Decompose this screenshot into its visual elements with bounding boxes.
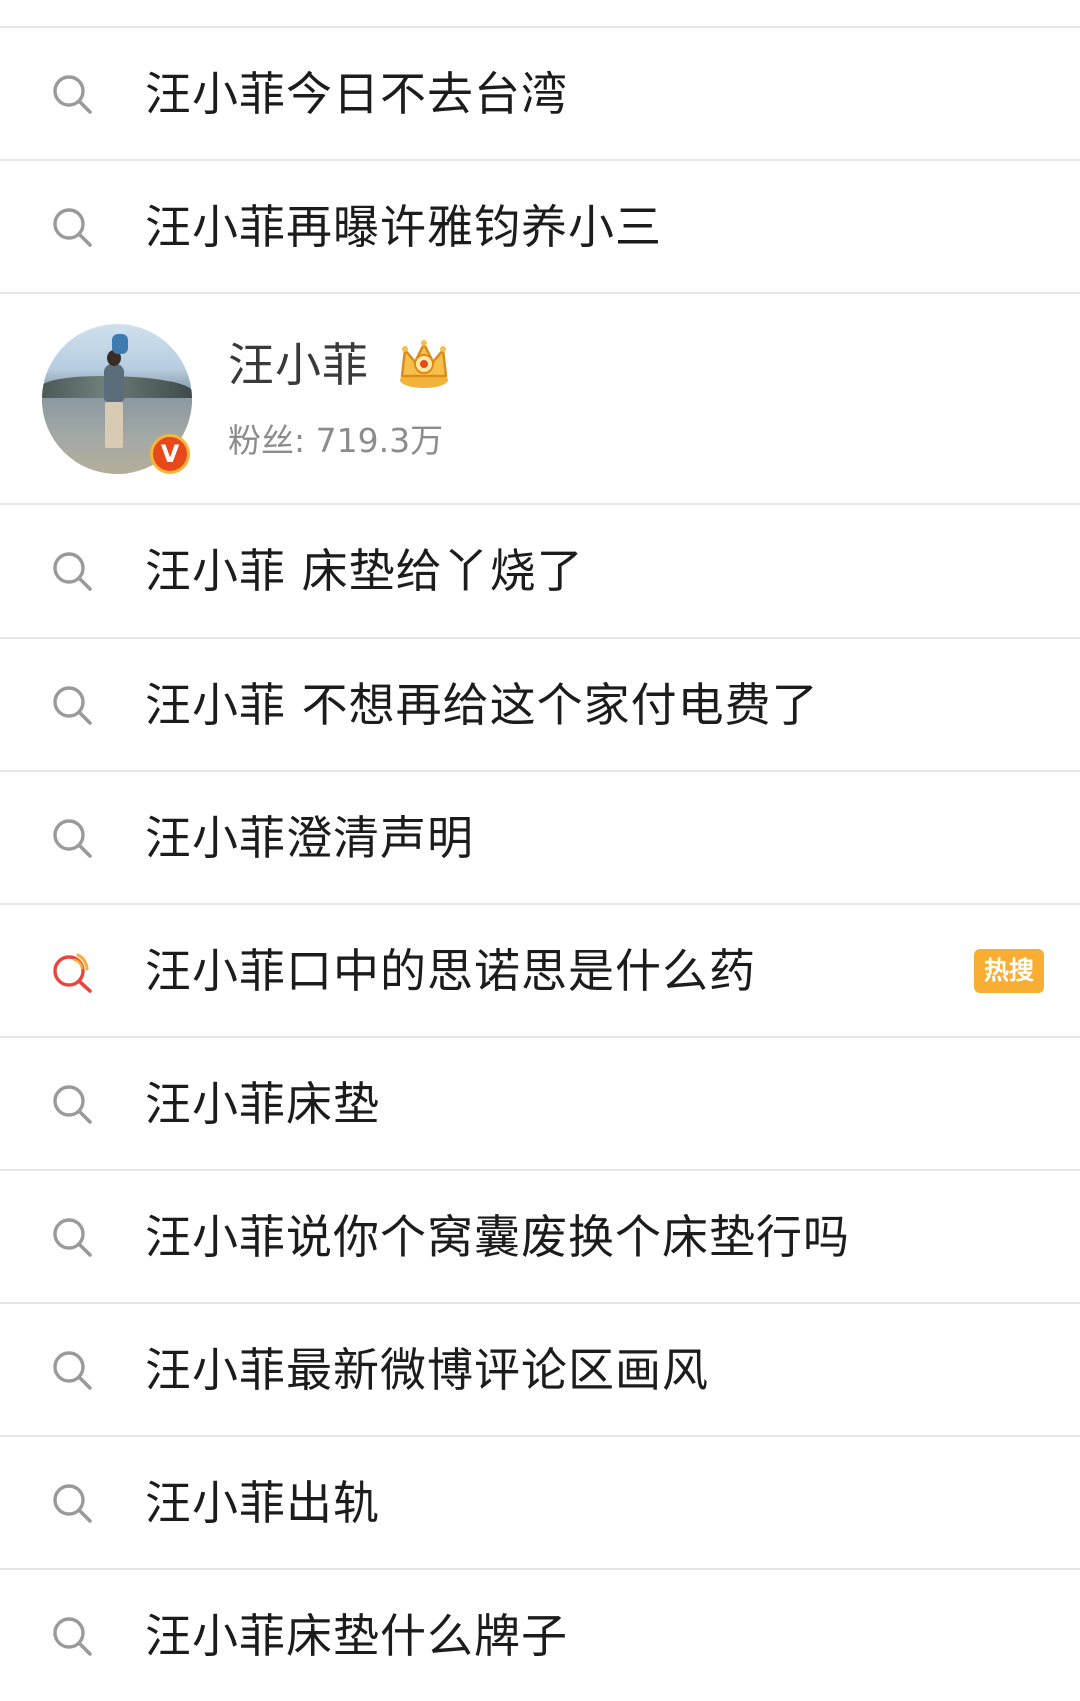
- crown-icon: [400, 340, 448, 388]
- user-result-card[interactable]: V 汪小菲 粉丝: 719.3万: [0, 296, 1080, 502]
- search-icon: [53, 207, 92, 247]
- suggestion-row[interactable]: 汪小菲 不想再给这个家付电费了: [0, 639, 1080, 770]
- hot-search-badge: 热搜: [974, 948, 1044, 993]
- suggestion-text: 汪小菲再曝许雅钧养小三: [145, 199, 662, 254]
- suggestion-text: 汪小菲床垫: [145, 1076, 380, 1131]
- suggestion-row-hot[interactable]: 汪小菲口中的思诺思是什么药 热搜: [0, 905, 1080, 1036]
- search-icon: [53, 1616, 92, 1656]
- hot-search-icon: [53, 953, 92, 993]
- suggestion-row[interactable]: 汪小菲床垫: [0, 1038, 1080, 1169]
- suggestion-text: 汪小菲出轨: [145, 1475, 380, 1530]
- verified-badge-icon: V: [150, 434, 190, 474]
- suggestion-row[interactable]: 汪小菲说你个窝囊废换个床垫行吗: [0, 1171, 1080, 1302]
- suggestion-text: 汪小菲最新微博评论区画风: [145, 1342, 709, 1397]
- suggestion-text: 汪小菲 不想再给这个家付电费了: [145, 677, 819, 732]
- suggestion-text: 汪小菲口中的思诺思是什么药: [145, 943, 756, 998]
- divider: [0, 292, 1080, 294]
- search-icon: [53, 685, 92, 725]
- search-icon: [53, 1483, 92, 1523]
- suggestion-text: 汪小菲床垫什么牌子: [145, 1608, 568, 1663]
- search-icon: [53, 1217, 92, 1257]
- suggestion-row[interactable]: 汪小菲最新微博评论区画风: [0, 1304, 1080, 1435]
- fans-label: 粉丝:: [228, 421, 316, 460]
- suggestion-row[interactable]: 汪小菲再曝许雅钧养小三: [0, 161, 1080, 292]
- search-icon: [53, 818, 92, 858]
- suggestion-row[interactable]: 汪小菲出轨: [0, 1437, 1080, 1568]
- suggestion-text: 汪小菲说你个窝囊废换个床垫行吗: [145, 1209, 850, 1264]
- search-icon: [53, 1084, 92, 1124]
- fans-count: 粉丝: 719.3万: [228, 424, 443, 457]
- search-icon: [53, 551, 92, 591]
- fans-value: 719.3万: [315, 421, 444, 460]
- suggestion-row[interactable]: 汪小菲澄清声明: [0, 772, 1080, 903]
- suggestion-row[interactable]: 汪小菲床垫什么牌子: [0, 1570, 1080, 1701]
- suggestion-text: 汪小菲 床垫给丫烧了: [145, 543, 584, 598]
- search-icon: [53, 74, 92, 114]
- suggestion-row[interactable]: 汪小菲 床垫给丫烧了: [0, 505, 1080, 636]
- search-suggestion-list: 汪小菲今日不去台湾 汪小菲再曝许雅钧养小三 V 汪小菲 粉丝: 719.3万 汪…: [0, 0, 1080, 1691]
- suggestion-text: 汪小菲澄清声明: [145, 810, 474, 865]
- suggestion-text: 汪小菲今日不去台湾: [145, 66, 568, 121]
- search-icon: [53, 1350, 92, 1390]
- suggestion-row[interactable]: 汪小菲今日不去台湾: [0, 28, 1080, 159]
- user-name: 汪小菲: [228, 338, 369, 392]
